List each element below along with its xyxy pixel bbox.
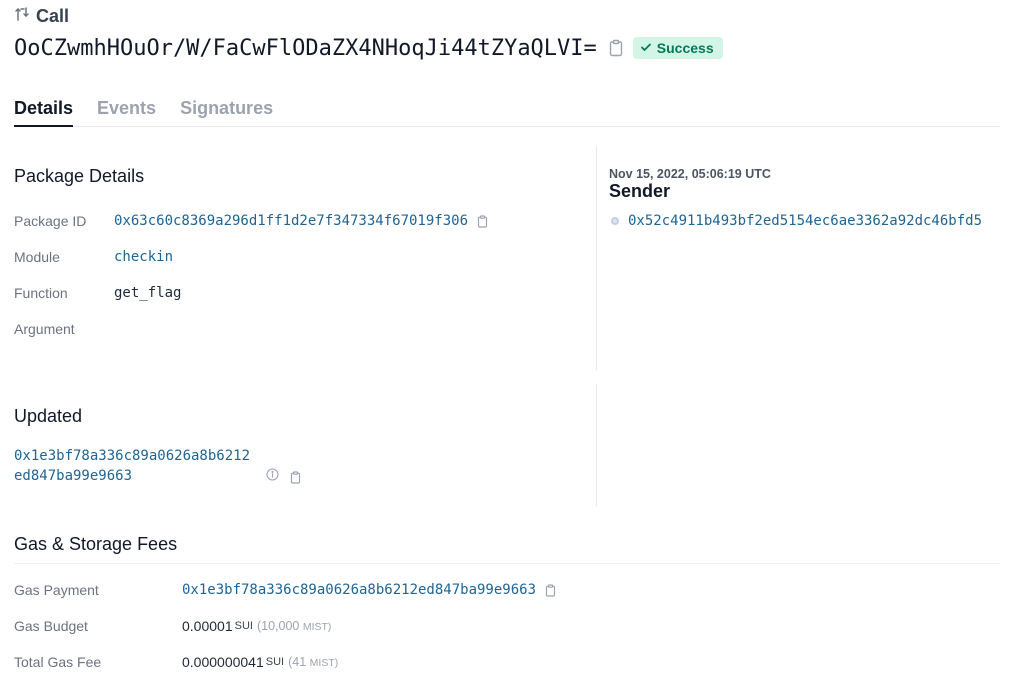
sender-dot-icon	[611, 217, 619, 225]
status-badge: Success	[632, 37, 723, 59]
total-gas-fee-value: 0.000000041	[182, 654, 264, 670]
tab-signatures[interactable]: Signatures	[180, 92, 273, 127]
updated-object-link[interactable]: 0x1e3bf78a336c89a0626a8b6212 ed847ba99e9…	[14, 446, 250, 486]
argument-label: Argument	[14, 321, 75, 337]
gas-budget-mist-amount: (10,000	[256, 619, 300, 633]
updated-object-line-1: 0x1e3bf78a336c89a0626a8b6212	[14, 448, 251, 464]
updated-object-actions	[266, 468, 302, 486]
gas-section-divider	[14, 563, 1000, 564]
column-divider	[596, 146, 597, 370]
gas-payment-row: 0x1e3bf78a336c89a0626a8b6212ed847ba99e96…	[182, 582, 557, 598]
gas-payment-link[interactable]: 0x1e3bf78a336c89a0626a8b6212ed847ba99e96…	[182, 582, 536, 598]
status-label: Success	[656, 40, 714, 56]
gas-budget-value: 0.00001	[182, 618, 233, 634]
function-label: Function	[14, 285, 68, 301]
function-row: get_flag	[114, 285, 181, 301]
copy-icon[interactable]	[289, 470, 302, 484]
module-link[interactable]: checkin	[114, 249, 173, 265]
transaction-kind: Call	[14, 5, 69, 27]
info-icon[interactable]	[266, 468, 279, 486]
call-arrows-icon	[14, 6, 30, 27]
total-gas-fee-mist-amount: (41	[288, 655, 307, 669]
copy-icon[interactable]	[544, 583, 557, 597]
sender-title: Sender	[609, 181, 671, 201]
gas-budget-row: 0.00001 SUI (10,000 MIST)	[182, 618, 331, 634]
updated-object-line-2: ed847ba99e9663	[14, 468, 133, 484]
transaction-digest: OoCZwmhHOuOr/W/FaCwFlODaZX4NHoqJi44tZYaQ…	[14, 35, 597, 61]
tab-bar: Details Events Signatures	[14, 92, 1000, 127]
gas-budget-mist-unit: MIST)	[302, 621, 332, 633]
total-gas-fee-mist-unit: MIST)	[309, 657, 339, 669]
total-gas-fee-row: 0.000000041 SUI (41 MIST)	[182, 654, 338, 670]
gas-budget-label: Gas Budget	[14, 618, 88, 634]
column-divider	[596, 384, 597, 506]
total-gas-fee-unit: SUI	[265, 656, 285, 668]
sender-address-link[interactable]: 0x52c4911b493bf2ed5154ec6ae3362a92dc46bf…	[628, 213, 982, 229]
checkmark-icon	[640, 40, 652, 56]
timestamp: Nov 15, 2022, 05:06:19 UTC	[609, 167, 771, 181]
package-id-link[interactable]: 0x63c60c8369a296d1ff1d2e7f347334f67019f3…	[114, 213, 468, 229]
gas-payment-label: Gas Payment	[14, 582, 99, 598]
copy-icon[interactable]	[476, 214, 489, 228]
total-gas-fee-label: Total Gas Fee	[14, 654, 102, 670]
module-row: checkin	[114, 249, 173, 265]
transaction-kind-label: Call	[36, 5, 70, 26]
gas-budget-unit: SUI	[234, 620, 253, 632]
function-value: get_flag	[114, 285, 182, 301]
gas-budget-mist: (10,000 MIST)	[257, 619, 331, 633]
copy-icon[interactable]	[607, 39, 625, 57]
sender-row: 0x52c4911b493bf2ed5154ec6ae3362a92dc46bf…	[611, 213, 982, 229]
gas-fees-title: Gas & Storage Fees	[14, 534, 178, 554]
tab-details[interactable]: Details	[14, 92, 74, 127]
package-id-row: 0x63c60c8369a296d1ff1d2e7f347334f67019f3…	[114, 213, 489, 229]
tab-events[interactable]: Events	[97, 92, 156, 127]
updated-title: Updated	[14, 406, 83, 426]
package-id-label: Package ID	[14, 213, 87, 229]
transaction-digest-row: OoCZwmhHOuOr/W/FaCwFlODaZX4NHoqJi44tZYaQ…	[14, 32, 723, 64]
module-label: Module	[14, 249, 60, 265]
package-details-title: Package Details	[14, 166, 145, 186]
total-gas-fee-mist: (41 MIST)	[288, 655, 338, 669]
